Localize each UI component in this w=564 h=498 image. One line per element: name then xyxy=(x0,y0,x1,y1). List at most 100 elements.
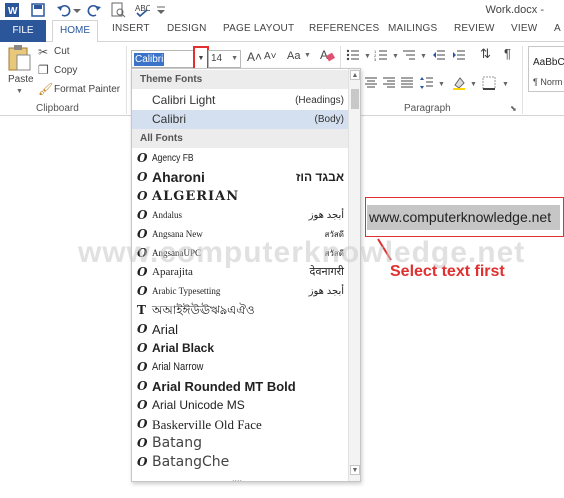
cut-button[interactable]: ✂ Cut xyxy=(38,45,108,59)
font-item-sample: देवनागरी xyxy=(309,266,344,278)
customize-toolbar-icon[interactable] xyxy=(156,2,172,18)
bullets-dropdown-icon[interactable]: ▼ xyxy=(364,53,371,60)
font-item-aparajita[interactable]: O Aparajita देवनागरी xyxy=(132,263,348,282)
tab-mailings[interactable]: MAILINGS xyxy=(388,23,437,34)
font-size-dropdown-icon[interactable]: ▼ xyxy=(231,51,238,67)
font-item-batang[interactable]: O Batang xyxy=(132,434,348,453)
tab-home[interactable]: HOME xyxy=(52,20,98,43)
scroll-down-button[interactable]: ▼ xyxy=(350,465,360,475)
change-case-dropdown-icon[interactable]: ▼ xyxy=(304,52,311,59)
font-item-batangche[interactable]: O BatangChe xyxy=(132,453,348,472)
font-item-agency-fb[interactable]: O Agency FB xyxy=(132,149,348,168)
font-item-arial-black[interactable]: O Arial Black xyxy=(132,339,348,358)
save-icon[interactable] xyxy=(30,2,46,18)
font-item-angsanaupc[interactable]: O AngsanaUPC สวัสดี xyxy=(132,244,348,263)
font-item-sample: สวัสดี xyxy=(324,249,344,258)
paste-button[interactable]: Paste ▼ xyxy=(6,44,34,99)
line-spacing-icon[interactable] xyxy=(420,76,434,90)
opentype-icon: O xyxy=(137,417,148,431)
style-normal-tile[interactable]: AaBbC ¶ Norm xyxy=(528,46,564,92)
tab-references[interactable]: REFERENCES xyxy=(309,23,379,34)
align-right-icon[interactable] xyxy=(382,76,396,90)
font-item-arabic-typesetting[interactable]: O Arabic Typesetting أبجد هوز xyxy=(132,282,348,301)
bullets-icon[interactable] xyxy=(346,48,360,62)
tab-insert[interactable]: INSERT xyxy=(112,23,150,34)
font-item-angsana-new[interactable]: O Angsana New สวัสดี xyxy=(132,225,348,244)
redo-icon[interactable] xyxy=(86,2,102,18)
opentype-icon: O xyxy=(137,322,148,336)
font-item-name: Aparajita xyxy=(152,266,193,278)
svg-text:ABC: ABC xyxy=(135,4,150,13)
multilevel-list-dropdown-icon[interactable]: ▼ xyxy=(420,53,427,60)
scroll-thumb[interactable] xyxy=(351,89,359,109)
dropdown-scrollbar[interactable]: ▲ ▼ xyxy=(348,69,360,481)
copy-button[interactable]: ❐ Copy xyxy=(38,63,108,78)
paste-dropdown-icon[interactable]: ▼ xyxy=(16,88,23,95)
tab-design[interactable]: DESIGN xyxy=(167,23,207,34)
paragraph-dialog-launcher-icon[interactable]: ⬊ xyxy=(510,104,517,113)
tab-view[interactable]: VIEW xyxy=(511,23,537,34)
spelling-check-icon[interactable]: ABC xyxy=(134,2,152,18)
opentype-icon: O xyxy=(137,189,148,203)
paste-label: Paste xyxy=(8,74,34,85)
opentype-icon: O xyxy=(137,208,148,222)
divider xyxy=(522,46,523,114)
font-item-algerian[interactable]: O ALGERIAN xyxy=(132,187,348,206)
shrink-font-button[interactable]: A˅ xyxy=(264,51,277,62)
font-item-name: Baskerville Old Face xyxy=(152,417,262,432)
font-size-combobox[interactable]: 14 ▼ xyxy=(208,50,241,68)
clear-formatting-button[interactable]: A xyxy=(320,48,336,64)
font-item-name: Arial Black xyxy=(152,341,215,355)
font-item-name: Arabic Typesetting xyxy=(152,286,221,296)
line-spacing-dropdown-icon[interactable]: ▼ xyxy=(438,81,445,88)
scissors-icon: ✂ xyxy=(38,45,49,59)
shading-icon[interactable] xyxy=(452,76,466,90)
clipboard-paste-icon xyxy=(8,45,31,71)
align-center-icon[interactable] xyxy=(364,76,378,90)
font-item-bengali[interactable]: T অআইঈউঊঋঌএঐও xyxy=(132,301,348,320)
undo-icon[interactable] xyxy=(56,2,72,18)
svg-text:3: 3 xyxy=(374,57,377,62)
shading-dropdown-icon[interactable]: ▼ xyxy=(470,81,477,88)
opentype-icon: O xyxy=(137,341,148,355)
tab-review[interactable]: REVIEW xyxy=(454,23,495,34)
font-item-sample: أبجد هوز xyxy=(308,210,344,221)
change-case-button[interactable]: Aa xyxy=(287,50,300,62)
numbering-icon[interactable]: 123 xyxy=(374,48,388,62)
print-preview-icon[interactable] xyxy=(110,2,126,18)
justify-icon[interactable] xyxy=(400,76,414,90)
theme-font-calibri[interactable]: Calibri (Body) xyxy=(132,110,348,129)
theme-font-calibri-light[interactable]: Calibri Light (Headings) xyxy=(132,91,348,110)
grow-font-button[interactable]: A˄ xyxy=(247,50,262,64)
sort-icon[interactable]: ⇅ xyxy=(480,46,491,62)
tab-page-layout[interactable]: PAGE LAYOUT xyxy=(223,23,294,34)
font-name-input[interactable]: Calibri xyxy=(134,53,165,66)
font-item-andalus[interactable]: O Andalus أبجد هوز xyxy=(132,206,348,225)
tab-file[interactable]: FILE xyxy=(0,20,46,42)
word-app-icon[interactable]: W xyxy=(4,2,20,18)
font-item-baskerville-old-face[interactable]: O Baskerville Old Face xyxy=(132,415,348,434)
resize-grip[interactable]: .... xyxy=(232,473,242,481)
font-item-arial-unicode-ms[interactable]: O Arial Unicode MS xyxy=(132,396,348,415)
font-size-input[interactable]: 14 xyxy=(211,53,222,64)
tab-add-ins[interactable]: A xyxy=(554,23,561,34)
truetype-icon: T xyxy=(137,303,146,317)
opentype-icon: O xyxy=(137,170,148,184)
selected-text[interactable]: www.computerknowledge.net xyxy=(367,205,560,230)
font-item-name: Batang xyxy=(152,435,203,451)
format-painter-button[interactable]: 🖌 Format Painter xyxy=(38,82,128,97)
borders-dropdown-icon[interactable]: ▼ xyxy=(502,81,509,88)
title-bar: W ABC Work.docx - xyxy=(0,0,564,20)
numbering-dropdown-icon[interactable]: ▼ xyxy=(392,53,399,60)
borders-icon[interactable] xyxy=(482,76,496,90)
decrease-indent-icon[interactable] xyxy=(432,48,446,62)
font-item-aharoni[interactable]: O Aharoni אבגד הוז xyxy=(132,168,348,187)
font-item-arial-narrow[interactable]: O Arial Narrow xyxy=(132,358,348,377)
font-item-arial-rounded-mt-bold[interactable]: O Arial Rounded MT Bold xyxy=(132,377,348,396)
eraser-icon xyxy=(325,52,336,62)
scroll-up-button[interactable]: ▲ xyxy=(350,70,360,80)
increase-indent-icon[interactable] xyxy=(452,48,466,62)
multilevel-list-icon[interactable] xyxy=(402,48,416,62)
font-item-arial[interactable]: O Arial xyxy=(132,320,348,339)
show-formatting-marks-icon[interactable]: ¶ xyxy=(504,46,511,61)
